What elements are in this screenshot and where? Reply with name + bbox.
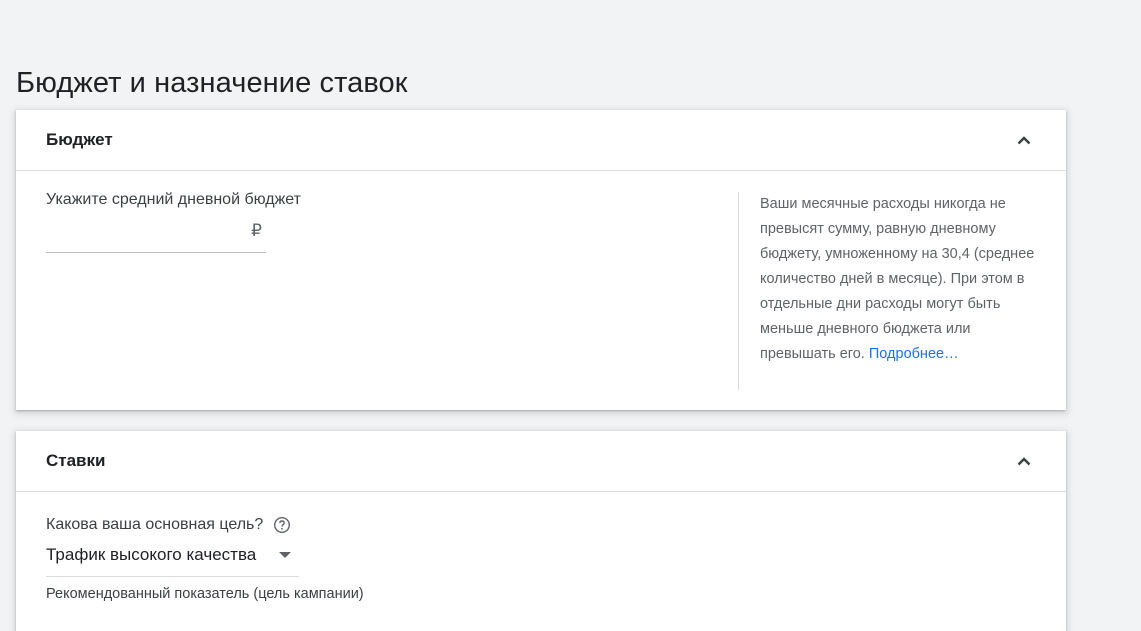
budget-collapse-button[interactable] <box>1012 128 1036 152</box>
bids-collapse-button[interactable] <box>1012 449 1036 473</box>
chevron-up-icon <box>1017 136 1031 145</box>
ruble-currency-symbol: ₽ <box>251 221 262 240</box>
bids-card-header[interactable]: Ставки <box>16 431 1066 492</box>
question-circle-icon[interactable] <box>273 516 291 534</box>
recommended-metric-label: Рекомендованный показатель (цель кампани… <box>46 586 364 602</box>
budget-help-panel: Ваши месячные расходы никогда не превыся… <box>738 192 1050 390</box>
daily-budget-field[interactable]: ₽ <box>46 216 266 253</box>
goal-selected-value: Трафик высокого качества <box>46 545 257 564</box>
chevron-up-icon <box>1017 457 1031 466</box>
budget-field-label: Укажите средний дневной бюджет <box>46 191 301 208</box>
page-title: Бюджет и назначение ставок <box>16 67 408 100</box>
goal-question-text: Какова ваша основная цель? <box>46 516 264 533</box>
goal-dropdown[interactable]: Трафик высокого качества <box>46 543 299 577</box>
daily-budget-input[interactable] <box>46 220 240 250</box>
bids-card: Ставки Какова ваша основная цель? Трафик… <box>16 431 1066 631</box>
budget-help-text: Ваши месячные расходы никогда не превыся… <box>760 196 1035 362</box>
learn-more-link[interactable]: Подробнее… <box>869 346 959 362</box>
goal-question-label: Какова ваша основная цель? <box>46 516 291 534</box>
budget-card-header[interactable]: Бюджет <box>16 110 1066 171</box>
budget-card-title: Бюджет <box>46 130 113 149</box>
dropdown-arrow-icon <box>279 552 291 558</box>
bids-card-title: Ставки <box>46 451 106 470</box>
budget-card: Бюджет Укажите средний дневной бюджет ₽ … <box>16 110 1066 410</box>
